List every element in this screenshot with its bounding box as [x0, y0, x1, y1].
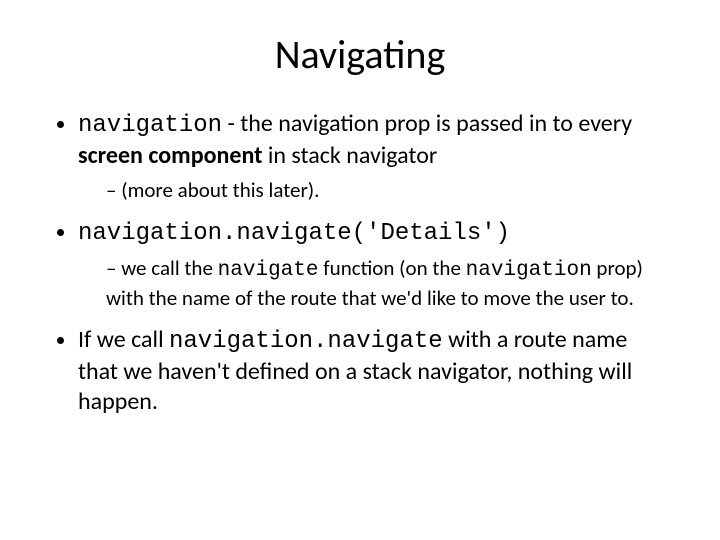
sub-bullet: we call the navigate function (on the na… — [106, 255, 670, 311]
code-navigate-full: navigation.navigate — [169, 328, 443, 355]
text: - the navigation prop is passed in to ev… — [222, 109, 632, 138]
bullet-2: navigation.navigate('Details') we call t… — [78, 217, 670, 311]
bullet-1: navigation - the navigation prop is pass… — [78, 109, 670, 203]
text: If we call — [78, 325, 169, 354]
code-navigation: navigation — [78, 112, 222, 139]
slide-title: Navigating — [50, 30, 670, 79]
text: in stack navigator — [262, 141, 437, 170]
code-navigate-call: navigation.navigate('Details') — [78, 220, 510, 247]
sub-list: (more about this later). — [78, 177, 670, 203]
text: function (on the — [319, 255, 466, 281]
sub-bullet: (more about this later). — [106, 177, 670, 203]
text: (more about this later). — [121, 177, 319, 203]
slide: Navigating navigation - the navigation p… — [0, 0, 720, 540]
code-navigate: navigate — [218, 259, 319, 282]
text: we call the — [121, 255, 217, 281]
sub-list: we call the navigate function (on the na… — [78, 255, 670, 311]
bullet-3: If we call navigation.navigate with a ro… — [78, 325, 670, 417]
text-bold: screen component — [78, 141, 262, 170]
code-navigation-prop: navigation — [466, 259, 592, 282]
bullet-list: navigation - the navigation prop is pass… — [50, 109, 670, 417]
